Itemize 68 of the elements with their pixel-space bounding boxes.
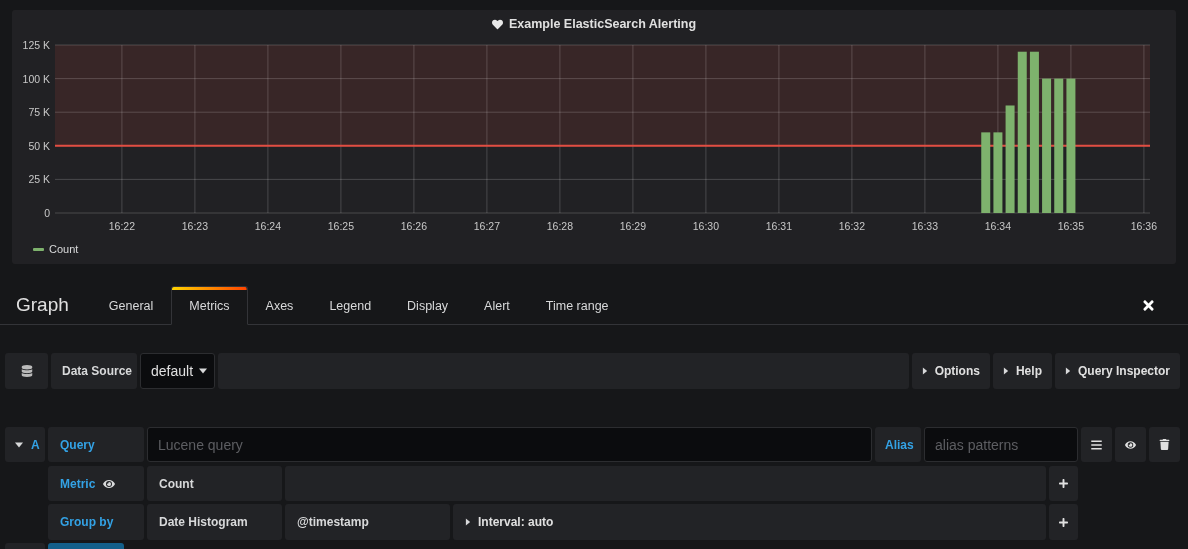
field-label: Metric [48, 466, 144, 502]
y-tick-label: 125 K [22, 39, 50, 51]
plus-icon [1059, 478, 1068, 490]
x-tick-label: 16:26 [400, 220, 428, 232]
x-tick-label: 16:30 [692, 220, 720, 232]
caret-icon [1064, 367, 1071, 376]
field-label: Alias [875, 427, 921, 463]
tab[interactable]: Time range [527, 286, 627, 326]
x-tick-label: 16:33 [911, 220, 939, 232]
tab[interactable]: Display [389, 286, 467, 326]
toggle-button[interactable]: Help [992, 353, 1052, 390]
eye-icon[interactable] [103, 477, 116, 490]
interval-toggle[interactable]: Interval: auto [453, 504, 1046, 540]
database-icon [20, 365, 33, 378]
x-tick-label: 16:34 [984, 220, 1012, 232]
aggregation-type[interactable]: Date Histogram [147, 504, 282, 540]
x-tick-label: 16:36 [1130, 220, 1158, 232]
x-tick-label: 16:31 [765, 220, 793, 232]
y-tick-label: 100 K [22, 72, 50, 85]
field-name[interactable]: @timestamp [285, 504, 450, 540]
eye-icon [1125, 438, 1136, 451]
x-tick-label: 16:25 [327, 220, 355, 232]
heart-icon [491, 18, 503, 30]
x-tick-label: 16:35 [1057, 220, 1085, 232]
add-button[interactable] [1049, 466, 1078, 502]
editor-title: Graph [16, 294, 69, 317]
datasource-select[interactable]: default [140, 353, 215, 390]
legend-swatch [33, 247, 44, 251]
x-tick-label: 16:28 [546, 220, 574, 232]
toggle-button[interactable]: Options [911, 353, 990, 390]
field-label: Query [48, 427, 144, 463]
query-row-toggle[interactable]: A [5, 427, 45, 463]
close-icon[interactable] [1141, 298, 1156, 314]
add-button[interactable] [1049, 504, 1078, 540]
caret-icon [1002, 367, 1009, 376]
tab[interactable]: Alert [466, 286, 528, 326]
caret-icon [921, 367, 928, 376]
y-tick-label: 75 K [28, 106, 50, 119]
x-tick-label: 16:32 [838, 220, 866, 232]
caret-icon [15, 440, 23, 449]
y-tick-label: 50 K [28, 139, 50, 152]
visibility-button[interactable] [1115, 427, 1146, 463]
metric-type[interactable]: Count [147, 466, 282, 502]
field-label: Group by [48, 504, 144, 540]
x-tick-label: 16:23 [181, 220, 209, 232]
query-input[interactable]: Lucene query [147, 427, 872, 463]
x-tick-label: 16:27 [473, 220, 501, 232]
field-label: Data Source [51, 353, 137, 390]
y-tick-label: 25 K [28, 173, 50, 186]
y-tick-label: 0 [44, 207, 50, 219]
plus-icon [1059, 516, 1068, 528]
caret-icon [465, 518, 471, 527]
tab[interactable]: General [90, 286, 172, 326]
panel-title: Example ElasticSearch Alerting [508, 17, 697, 31]
tab[interactable]: Axes [247, 286, 312, 326]
caret-icon [199, 367, 208, 376]
tab[interactable]: Metrics [171, 286, 248, 326]
x-tick-label: 16:29 [619, 220, 647, 232]
toggle-button[interactable]: Query Inspector [1054, 353, 1180, 390]
delete-button[interactable] [1149, 427, 1180, 463]
x-tick-label: 16:24 [254, 220, 282, 232]
x-tick-label: 16:22 [108, 220, 136, 232]
legend-label[interactable]: Count [49, 243, 79, 255]
tab[interactable]: Legend [311, 286, 390, 326]
menu-icon [1091, 438, 1102, 451]
menu-button[interactable] [1081, 427, 1112, 463]
alias-input[interactable]: alias patterns [924, 427, 1078, 463]
trash-icon [1159, 439, 1170, 451]
